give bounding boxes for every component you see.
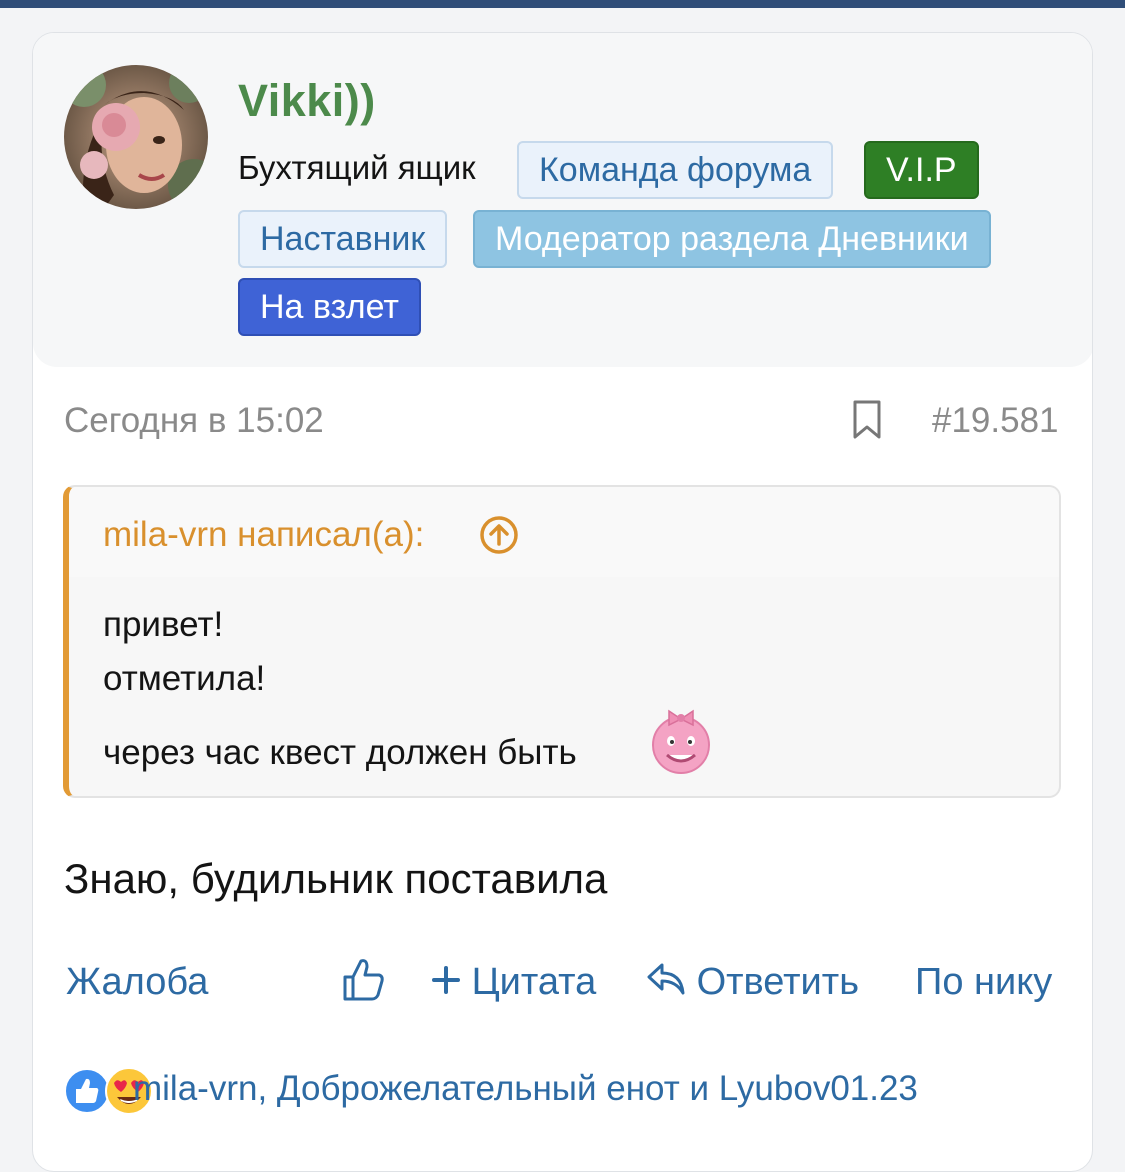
post-card: Vikki)) Бухтящий ящик Команда форума V.I…: [32, 32, 1093, 1172]
reply-button[interactable]: Ответить: [646, 961, 859, 1007]
username[interactable]: Vikki)): [238, 75, 376, 127]
user-info-block: Vikki)) Бухтящий ящик Команда форума V.I…: [33, 33, 1092, 367]
quote-button-label: Цитата: [471, 961, 597, 1003]
arrow-up-circle-icon[interactable]: [479, 515, 519, 555]
post-number[interactable]: #19.581: [932, 401, 1059, 441]
user-avatar[interactable]: [64, 65, 208, 209]
quote-block: mila-vrn написал(а): привет! отметила! ч…: [63, 485, 1061, 798]
quote-button[interactable]: Цитата: [431, 961, 596, 1005]
by-nick-button[interactable]: По нику: [915, 961, 1052, 1004]
quote-line: привет!: [103, 605, 224, 644]
quote-line: через час квест должен быть: [103, 733, 577, 772]
badge-takeoff: На взлет: [238, 278, 421, 336]
plus-icon: [431, 962, 461, 1005]
quote-author[interactable]: mila-vrn написал(а):: [103, 515, 424, 555]
badge-vip: V.I.P: [864, 141, 979, 199]
reply-arrow-icon: [646, 961, 686, 1007]
badge-moderator: Модератор раздела Дневники: [473, 210, 991, 268]
quote-header: mila-vrn написал(а):: [69, 487, 1059, 577]
reply-button-label: Ответить: [696, 961, 859, 1004]
quote-line: отметила!: [103, 659, 266, 698]
bookmark-icon[interactable]: [851, 399, 883, 441]
post-date[interactable]: Сегодня в 15:02: [64, 401, 324, 441]
post-message: Знаю, будильник поставила: [64, 855, 608, 902]
top-navigation-bar: [0, 0, 1125, 8]
reactions-list[interactable]: mila-vrn, Доброжелательный енот и Lyubov…: [133, 1069, 918, 1109]
user-title: Бухтящий ящик: [238, 149, 476, 186]
thumbs-up-icon[interactable]: [341, 955, 385, 1003]
badge-forum-team: Команда форума: [517, 141, 834, 199]
pig-smiley-icon: [649, 703, 713, 775]
badge-mentor: Наставник: [238, 210, 448, 268]
report-link[interactable]: Жалоба: [66, 961, 208, 1004]
